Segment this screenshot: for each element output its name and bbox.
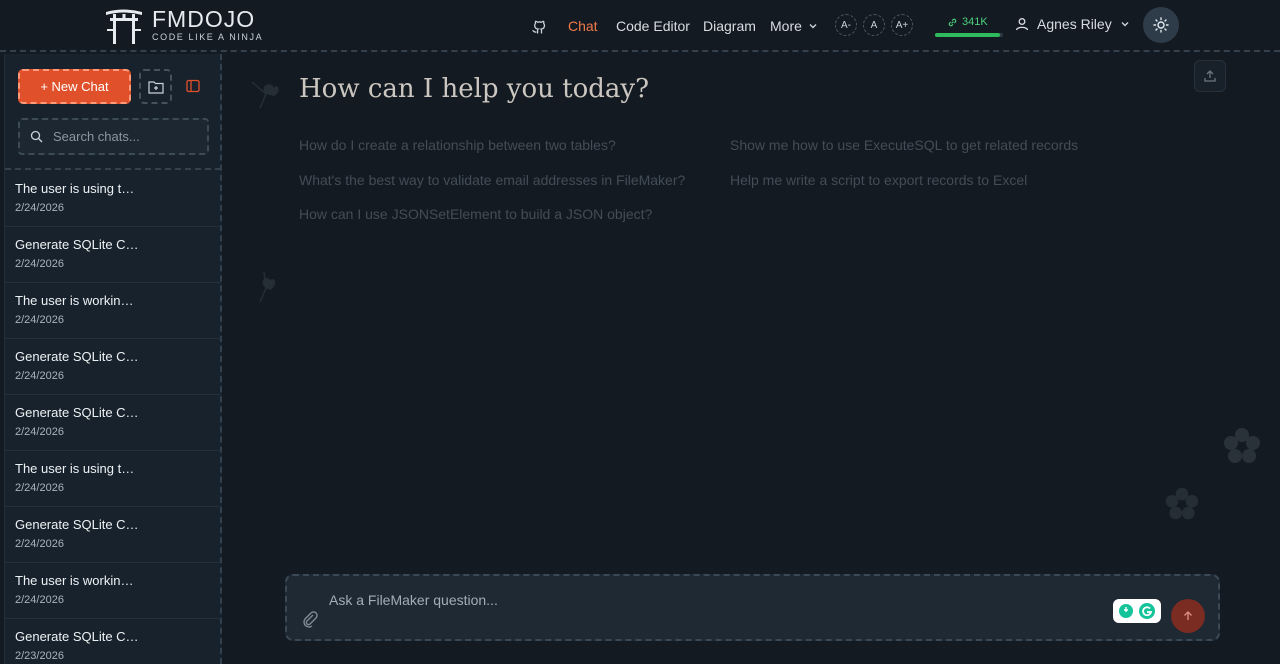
chat-history-item[interactable]: Generate SQLite C… 2/23/2026 xyxy=(5,619,221,664)
chat-history-item[interactable]: Generate SQLite C… 2/24/2026 xyxy=(5,507,221,563)
suggestion-prompt[interactable]: How can I use JSONSetElement to build a … xyxy=(299,206,652,222)
user-name: Agnes Riley xyxy=(1037,16,1112,32)
chat-date: 2/24/2026 xyxy=(15,370,64,382)
arrow-up-icon xyxy=(1184,611,1192,620)
torii-gate-icon xyxy=(106,9,142,44)
token-usage-fill xyxy=(935,33,1000,37)
chat-date: 2/24/2026 xyxy=(15,538,64,550)
send-button[interactable] xyxy=(1171,599,1205,633)
new-chat-button[interactable]: + New Chat xyxy=(18,69,131,104)
token-usage[interactable]: 341K xyxy=(935,14,1005,38)
logo-name: FMDOJO xyxy=(152,6,256,32)
chat-main: How can I help you today? How do I creat… xyxy=(224,54,1280,664)
export-button[interactable] xyxy=(1194,60,1226,92)
sidebar: + New Chat The user is using t… 2/24/202… xyxy=(4,54,222,664)
chevron-down-icon xyxy=(1121,22,1129,27)
chat-title: The user is using t… xyxy=(15,181,135,196)
message-composer xyxy=(285,574,1220,641)
nav-diagram-label: Diagram xyxy=(703,18,756,34)
suggestion-prompt[interactable]: Show me how to use ExecuteSQL to get rel… xyxy=(730,137,1078,153)
font-reset-button[interactable]: A xyxy=(863,14,885,36)
folder-plus-icon xyxy=(147,80,164,94)
nav-more-label: More xyxy=(770,18,802,34)
token-usage-bar xyxy=(935,33,1003,37)
sidebar-panel-icon xyxy=(186,79,200,93)
chat-title: The user is workin… xyxy=(15,573,134,588)
message-input[interactable] xyxy=(329,592,1089,608)
chat-history-item[interactable]: The user is workin… 2/24/2026 xyxy=(5,283,221,339)
chat-history-item[interactable]: The user is using t… 2/24/2026 xyxy=(5,171,221,227)
chat-history-item[interactable]: Generate SQLite C… 2/24/2026 xyxy=(5,339,221,395)
token-count: 341K xyxy=(962,16,988,28)
chat-history-item[interactable]: The user is workin… 2/24/2026 xyxy=(5,563,221,619)
github-icon xyxy=(532,20,546,34)
chat-date: 2/24/2026 xyxy=(15,426,64,438)
chat-date: 2/23/2026 xyxy=(15,650,64,662)
new-folder-button[interactable] xyxy=(139,69,172,104)
chevron-down-icon xyxy=(809,24,817,29)
nav-code-editor-label: Code Editor xyxy=(616,18,690,34)
paperclip-icon[interactable] xyxy=(301,610,319,628)
chat-search[interactable] xyxy=(18,118,209,155)
theme-toggle-button[interactable] xyxy=(1143,7,1179,43)
link-icon xyxy=(948,18,957,26)
font-increase-button[interactable]: A+ xyxy=(891,14,913,36)
chat-history-item[interactable]: The user is using t… 2/24/2026 xyxy=(5,451,221,507)
grammarly-bulb-icon xyxy=(1118,604,1133,618)
chat-search-input[interactable] xyxy=(53,129,193,144)
page-heading: How can I help you today? xyxy=(299,74,650,104)
chat-history-item[interactable]: Generate SQLite C… 2/24/2026 xyxy=(5,395,221,451)
chat-date: 2/24/2026 xyxy=(15,314,64,326)
logo[interactable]: FMDOJO CODE LIKE A NINJA xyxy=(104,6,263,44)
user-menu[interactable]: Agnes Riley xyxy=(1015,16,1130,32)
chat-history-item[interactable]: Generate SQLite C… 2/24/2026 xyxy=(5,227,221,283)
suggestion-prompt[interactable]: How do I create a relationship between t… xyxy=(299,137,616,153)
chat-title: Generate SQLite C… xyxy=(15,405,139,420)
nav-more[interactable]: More xyxy=(770,0,818,52)
chat-title: Generate SQLite C… xyxy=(15,237,139,252)
suggestion-prompt[interactable]: Help me write a script to export records… xyxy=(730,172,1027,188)
chat-date: 2/24/2026 xyxy=(15,258,64,270)
chat-date: 2/24/2026 xyxy=(15,482,64,494)
sakura-flower-icon xyxy=(1224,428,1260,463)
chat-date: 2/24/2026 xyxy=(15,202,64,214)
grammarly-g-icon xyxy=(1139,603,1156,619)
nav-diagram[interactable]: Diagram xyxy=(703,0,756,52)
upload-icon xyxy=(1204,70,1216,82)
chat-title: Generate SQLite C… xyxy=(15,517,139,532)
chat-title: The user is using t… xyxy=(15,461,135,476)
grammarly-widget[interactable] xyxy=(1113,599,1161,623)
sakura-flower-icon xyxy=(1165,487,1199,520)
logo-tagline: CODE LIKE A NINJA xyxy=(152,32,264,42)
sakura-branch-icon xyxy=(259,271,276,303)
chat-title: Generate SQLite C… xyxy=(15,349,139,364)
toggle-sidebar-button[interactable] xyxy=(185,78,203,96)
chat-date: 2/24/2026 xyxy=(15,594,64,606)
chat-title: The user is workin… xyxy=(15,293,134,308)
suggestion-prompt[interactable]: What's the best way to validate email ad… xyxy=(299,172,685,188)
nav-chat-label: Chat xyxy=(568,18,598,34)
font-decrease-button[interactable]: A- xyxy=(835,14,857,36)
github-link[interactable] xyxy=(531,0,549,52)
user-icon xyxy=(1015,18,1029,31)
nav-chat[interactable]: Chat xyxy=(568,0,598,52)
top-header: FMDOJO CODE LIKE A NINJA Chat Code Edito… xyxy=(0,0,1280,52)
nav-code-editor[interactable]: Code Editor xyxy=(616,0,690,52)
sun-icon xyxy=(1153,17,1169,33)
search-icon xyxy=(30,130,43,143)
sidebar-divider xyxy=(5,168,221,170)
chat-history-list: The user is using t… 2/24/2026 Generate … xyxy=(5,171,221,664)
chat-title: Generate SQLite C… xyxy=(15,629,139,644)
sakura-branch-icon xyxy=(251,81,279,109)
